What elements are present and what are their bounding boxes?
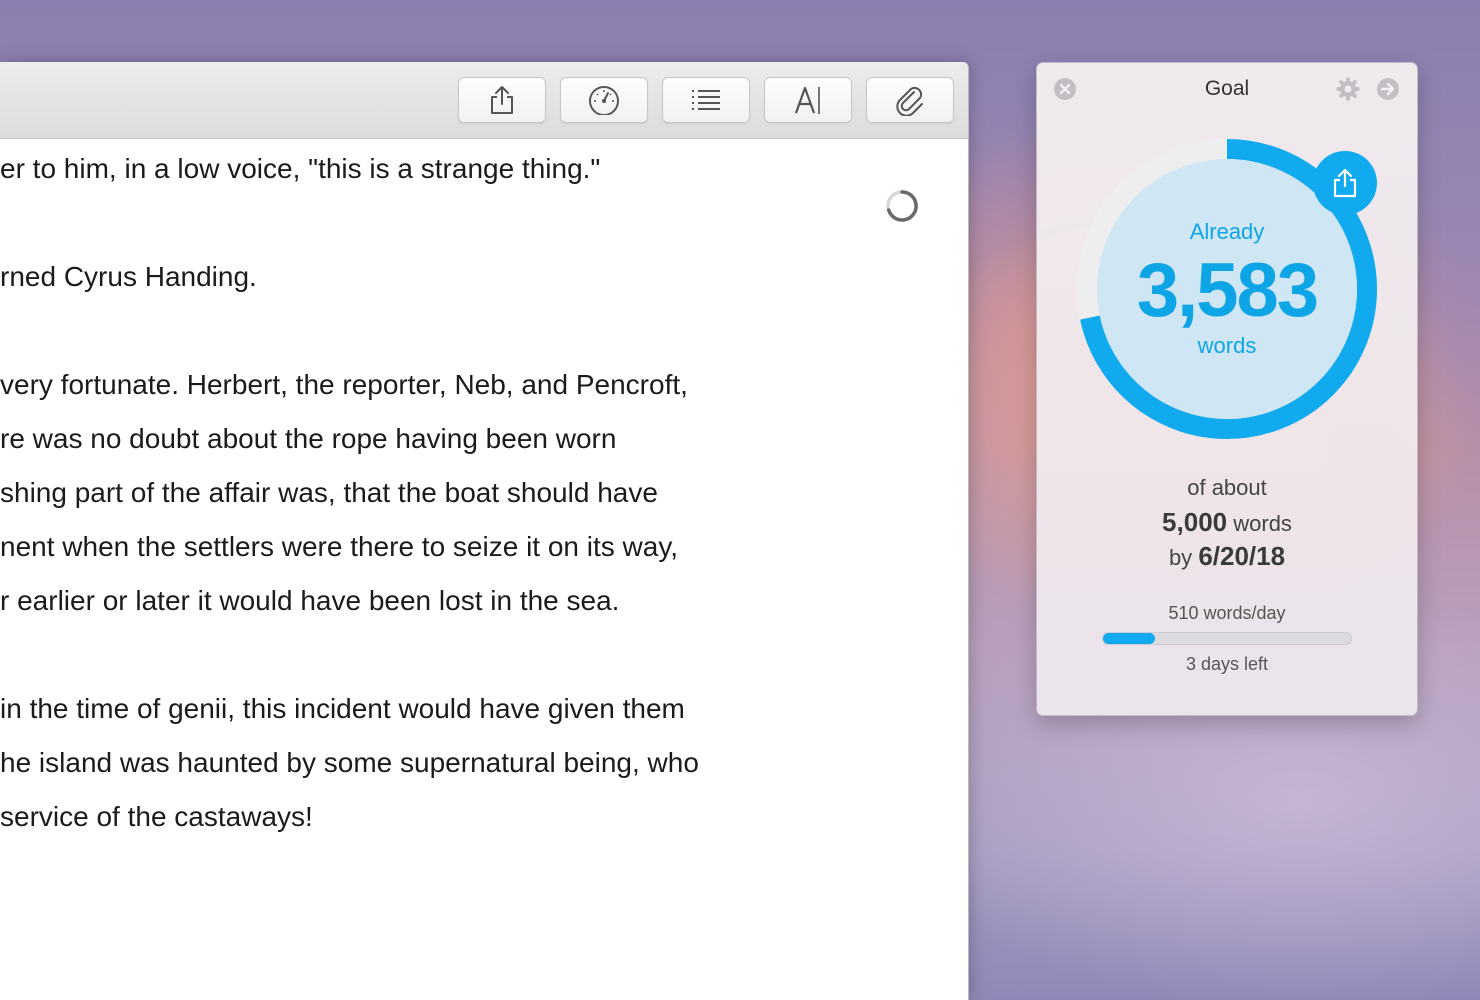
target-words: 5,000 words bbox=[1037, 507, 1417, 538]
editor-window: er to him, in a low voice, "this is a st… bbox=[0, 62, 969, 1000]
words-per-day: 510 words/day bbox=[1168, 603, 1286, 623]
editor-toolbar bbox=[0, 62, 968, 139]
text-line: rned Cyrus Handing. bbox=[0, 261, 257, 292]
daily-progress-fill bbox=[1103, 633, 1156, 644]
target-value: 5,000 bbox=[1162, 507, 1228, 537]
paperclip-icon bbox=[896, 86, 923, 116]
goal-title: Goal bbox=[1204, 77, 1250, 100]
share-icon bbox=[491, 86, 513, 114]
word-count-unit: words bbox=[1197, 333, 1257, 358]
typography-button[interactable] bbox=[764, 77, 852, 123]
goal-panel: Goal Already 3,583 words of about 5,000 bbox=[1036, 62, 1418, 716]
word-count: 3,583 bbox=[1136, 248, 1319, 333]
goal-share-button[interactable] bbox=[1313, 151, 1377, 215]
text-line: er to him, in a low voice, "this is a st… bbox=[0, 153, 601, 184]
text-line: in the time of genii, this incident woul… bbox=[0, 693, 685, 724]
share-button[interactable] bbox=[458, 77, 546, 123]
gear-icon[interactable] bbox=[1336, 77, 1360, 101]
text-line: he island was haunted by some supernatur… bbox=[0, 747, 699, 778]
share-icon bbox=[1333, 168, 1357, 198]
text-line: very fortunate. Herbert, the reporter, N… bbox=[0, 369, 688, 400]
list-icon bbox=[692, 90, 720, 110]
font-icon bbox=[794, 86, 820, 114]
arrow-right-icon[interactable] bbox=[1376, 77, 1400, 101]
by-label: by bbox=[1168, 545, 1193, 570]
outline-button[interactable] bbox=[662, 77, 750, 123]
days-left: 3 days left bbox=[1185, 654, 1269, 674]
daily-progress-bar bbox=[1102, 632, 1352, 645]
text-line: re was no doubt about the rope having be… bbox=[0, 423, 617, 454]
deadline: by 6/20/18 bbox=[1037, 541, 1417, 572]
stats-button[interactable] bbox=[560, 77, 648, 123]
document-body[interactable]: er to him, in a low voice, "this is a st… bbox=[0, 138, 968, 1000]
text-line: shing part of the affair was, that the b… bbox=[0, 477, 658, 508]
of-about-label: of about bbox=[1187, 475, 1267, 500]
text-line: r earlier or later it would have been lo… bbox=[0, 585, 620, 616]
speedometer-icon bbox=[589, 86, 619, 115]
text-line: service of the castaways! bbox=[0, 801, 313, 832]
attachments-button[interactable] bbox=[866, 77, 954, 123]
target-unit: words bbox=[1233, 511, 1292, 536]
already-label: Already bbox=[1189, 219, 1265, 244]
text-line: nent when the settlers were there to sei… bbox=[0, 531, 679, 562]
deadline-date: 6/20/18 bbox=[1198, 541, 1286, 571]
